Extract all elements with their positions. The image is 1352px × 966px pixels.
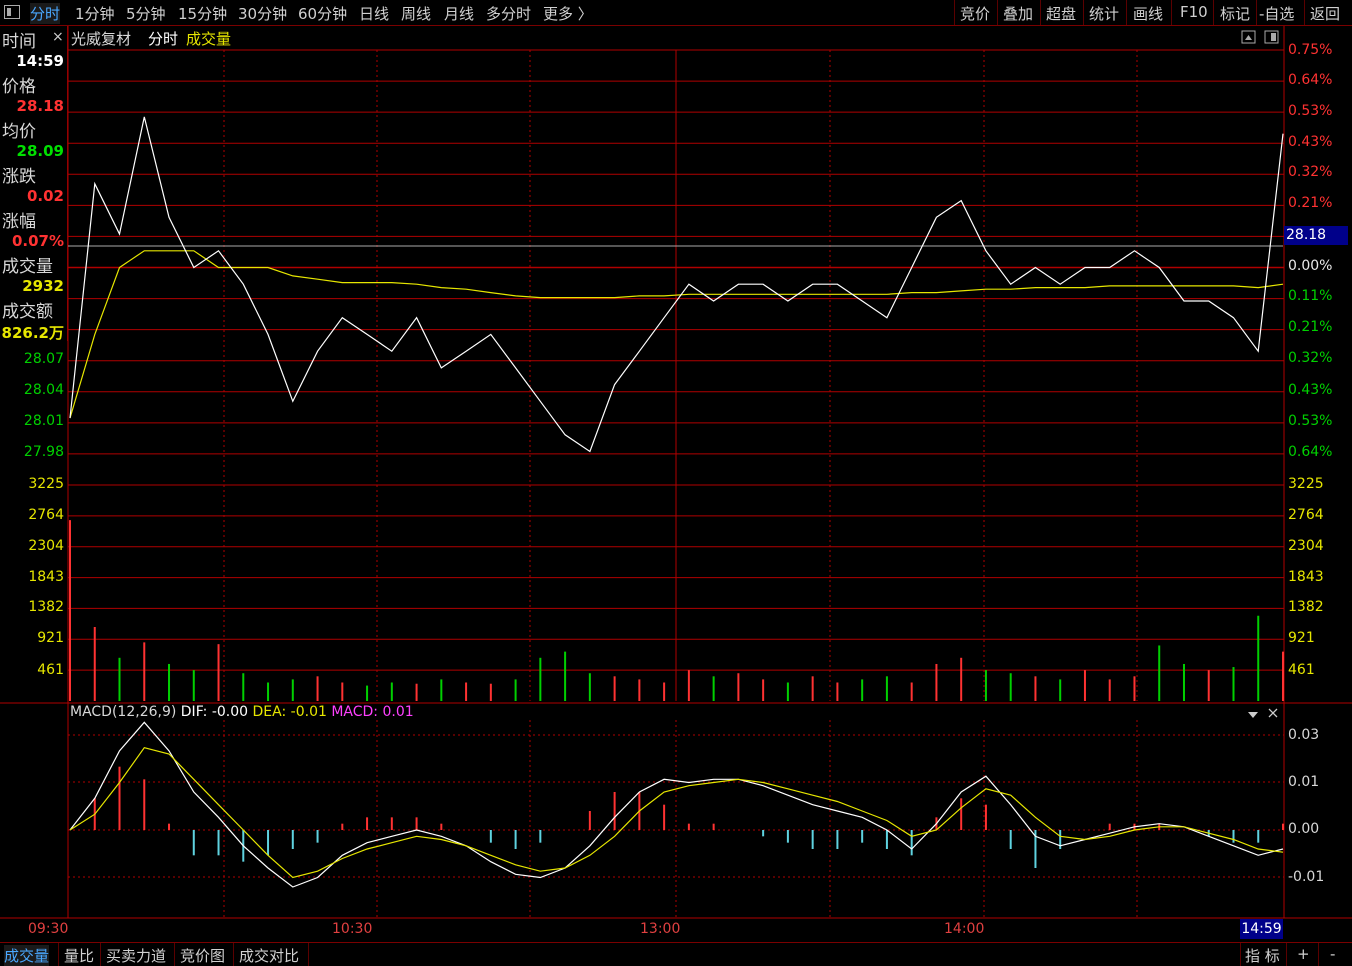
- pct-tick: 0.21%: [1288, 319, 1333, 335]
- pct-tick: 0.21%: [1288, 195, 1333, 211]
- volume-tick: 2304: [28, 538, 64, 554]
- macd-title: MACD(12,26,9): [70, 704, 177, 720]
- left-price-tick: 28.07: [23, 351, 64, 367]
- macd-tick: -0.01: [1288, 869, 1325, 885]
- volume-tick: 3225: [28, 476, 64, 492]
- macd-tick: 0.00: [1288, 821, 1320, 837]
- dif-line: [69, 721, 1284, 888]
- macd-dropdown-icon[interactable]: [1248, 712, 1258, 718]
- macd-close-icon[interactable]: [1268, 708, 1278, 718]
- tab-volume-ratio[interactable]: 量比: [64, 945, 94, 966]
- volume-tick: 2764: [1288, 507, 1324, 523]
- left-price-tick: 28.01: [23, 413, 64, 429]
- current-price-tag: 28.18: [1284, 226, 1348, 245]
- volume-tick: 921: [37, 630, 64, 646]
- dea-value: -0.01: [290, 704, 327, 720]
- dea-line: [69, 747, 1284, 879]
- volume-tick: 3225: [1288, 476, 1324, 492]
- volume-tick: 1382: [1288, 599, 1324, 615]
- pct-tick: 0.64%: [1288, 444, 1333, 460]
- dea-label: DEA:: [252, 704, 287, 720]
- time-tick: 13:00: [640, 921, 681, 937]
- volume-tick: 2304: [1288, 538, 1324, 554]
- tab-auction-chart[interactable]: 竞价图: [180, 945, 225, 966]
- grid-lines: [0, 26, 1352, 919]
- macd-header: MACD(12,26,9) DIF: -0.00 DEA: -0.01 MACD…: [70, 704, 414, 720]
- tab-volume[interactable]: 成交量: [4, 945, 50, 966]
- pct-tick: 0.32%: [1288, 164, 1333, 180]
- indicator-button[interactable]: 指 标: [1245, 945, 1280, 966]
- pct-tick: 0.00%: [1288, 258, 1333, 274]
- tab-volume-compare[interactable]: 成交对比: [239, 945, 299, 966]
- volume-tick: 921: [1288, 630, 1315, 646]
- macd-tick: 0.03: [1288, 727, 1320, 743]
- volume-tick: 461: [1288, 662, 1315, 678]
- volume-tick: 461: [37, 662, 64, 678]
- volume-tick: 1843: [1288, 569, 1324, 585]
- time-tick: 10:30: [332, 921, 373, 937]
- dif-label: DIF:: [180, 704, 208, 720]
- bottom-tabbar: 成交量 量比 买卖力道 竞价图 成交对比 指 标 + -: [0, 942, 1352, 966]
- zoom-in-button[interactable]: +: [1297, 945, 1310, 963]
- left-price-tick: 27.98: [23, 444, 64, 460]
- pct-tick: 0.53%: [1288, 103, 1333, 119]
- dif-value: -0.00: [211, 704, 249, 720]
- volume-tick: 1382: [28, 599, 64, 615]
- time-tick: 09:30: [28, 921, 69, 937]
- macd-tick: 0.01: [1288, 774, 1320, 790]
- pct-tick: 0.11%: [1288, 288, 1333, 304]
- expand-icon[interactable]: [1241, 30, 1256, 44]
- current-time-tag: 14:59: [1240, 919, 1283, 939]
- macd-value: 0.01: [382, 704, 414, 720]
- left-price-tick: 28.04: [23, 382, 64, 398]
- chart-canvas: [0, 26, 1352, 919]
- pct-tick: 0.43%: [1288, 382, 1333, 398]
- window-icon[interactable]: [1264, 30, 1279, 44]
- pct-tick: 0.64%: [1288, 72, 1333, 88]
- pct-tick: 0.75%: [1288, 42, 1333, 58]
- pct-tick: 0.32%: [1288, 350, 1333, 366]
- pct-tick: 0.43%: [1288, 134, 1333, 150]
- volume-tick: 1843: [28, 569, 64, 585]
- macd-label: MACD:: [331, 704, 379, 720]
- pct-tick: 0.53%: [1288, 413, 1333, 429]
- volume-tick: 2764: [28, 507, 64, 523]
- tab-buy-sell-power[interactable]: 买卖力道: [106, 945, 166, 966]
- time-tick: 14:00: [944, 921, 985, 937]
- zoom-out-button[interactable]: -: [1330, 945, 1335, 963]
